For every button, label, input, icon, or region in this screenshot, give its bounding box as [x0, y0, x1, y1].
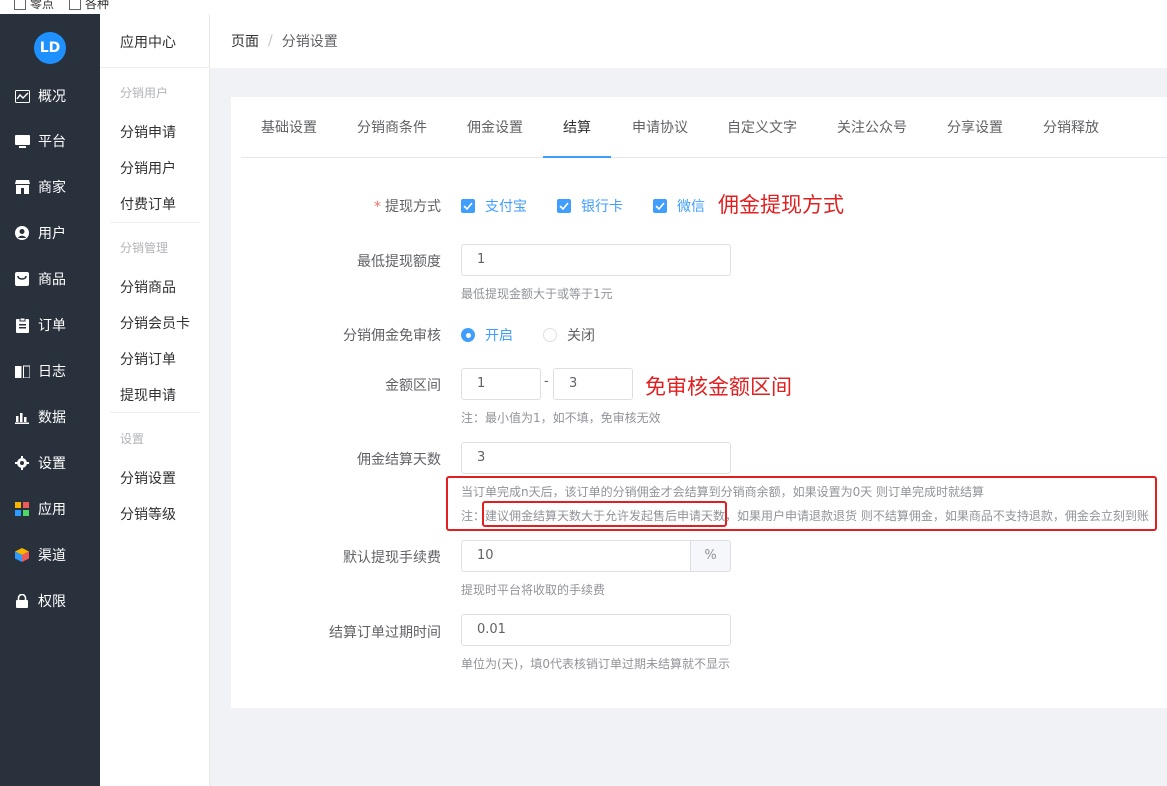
min-withdraw-label: 最低提现额度	[357, 254, 441, 270]
apps-icon	[14, 501, 30, 517]
tab-share[interactable]: 分享设置	[947, 97, 1003, 158]
tab-basic[interactable]: 基础设置	[261, 97, 317, 158]
store-icon	[14, 179, 30, 195]
fee-input[interactable]: 10	[461, 540, 691, 572]
monitor-icon	[14, 133, 30, 149]
divider	[110, 222, 200, 223]
annotation-withdraw-method: 佣金提现方式	[718, 193, 844, 217]
sidebar-item-settings[interactable]: 设置	[0, 443, 100, 483]
top-strip: 零点 各种	[0, 0, 1167, 14]
chart-icon	[14, 88, 30, 104]
sidebar-item-apps[interactable]: 应用	[0, 489, 100, 529]
tab-commission[interactable]: 佣金设置	[467, 97, 523, 158]
sidebar-item-overview[interactable]: 概况	[0, 76, 100, 116]
breadcrumb-root[interactable]: 页面	[231, 31, 259, 51]
subnav-item-users[interactable]: 分销用户	[120, 158, 176, 178]
radio-dot-icon	[543, 328, 557, 342]
settings-card: 基础设置 分销商条件 佣金设置 结算 申请协议 自定义文字 关注公众号 分享设置…	[231, 97, 1167, 708]
subnav-item-settings[interactable]: 分销设置	[120, 468, 176, 488]
sidebar-item-channel[interactable]: 渠道	[0, 535, 100, 575]
withdraw-alipay-checkbox[interactable]: 支付宝	[461, 196, 527, 216]
tab-distributor-conditions[interactable]: 分销商条件	[357, 97, 427, 158]
divider	[110, 412, 200, 413]
amount-range-hint: 注：最小值为1，如不填，免审核无效	[461, 411, 661, 425]
sidebar-item-permission[interactable]: 权限	[0, 581, 100, 621]
amount-range-max-input[interactable]: 3	[553, 368, 633, 400]
user-icon	[14, 225, 30, 241]
main-sidebar: LD 概况 平台 商家 用户 商品 订单 日志 数据 设置 应用 渠道 权限	[0, 14, 100, 786]
expire-label: 结算订单过期时间	[329, 625, 441, 641]
tab-release[interactable]: 分销释放	[1043, 97, 1099, 158]
log-icon	[14, 363, 30, 379]
annotation-amount-range: 免审核金额区间	[645, 375, 792, 399]
withdraw-method-label: * 提现方式	[374, 199, 441, 215]
order-icon	[14, 317, 30, 333]
subnav-item-goods[interactable]: 分销商品	[120, 277, 176, 297]
subnav-group-settings: 设置	[120, 432, 145, 446]
withdraw-bank-checkbox[interactable]: 银行卡	[557, 196, 623, 216]
subnav-group-users: 分销用户	[120, 86, 169, 100]
fee-hint: 提现时平台将收取的手续费	[461, 583, 606, 597]
audit-free-off-radio[interactable]: 关闭	[543, 325, 595, 345]
breadcrumb-separator: /	[268, 33, 273, 49]
tab-custom-text[interactable]: 自定义文字	[727, 97, 797, 158]
logo[interactable]: LD	[34, 32, 66, 64]
sidebar-item-platform[interactable]: 平台	[0, 121, 100, 161]
lock-icon	[14, 593, 30, 609]
sidebar-item-order[interactable]: 订单	[0, 305, 100, 345]
checkmark-icon	[557, 199, 571, 213]
amount-range-min-input[interactable]: 1	[461, 368, 541, 400]
tab-settlement[interactable]: 结算	[543, 97, 611, 158]
fee-label: 默认提现手续费	[343, 550, 441, 566]
cube-icon	[14, 547, 30, 563]
audit-free-label: 分销佣金免审核	[343, 328, 441, 344]
breadcrumb: 页面 / 分销设置	[210, 14, 1167, 68]
sidebar-item-user[interactable]: 用户	[0, 213, 100, 253]
sidebar-item-log[interactable]: 日志	[0, 351, 100, 391]
sidebar-item-goods[interactable]: 商品	[0, 259, 100, 299]
subnav-title: 应用中心	[100, 14, 210, 68]
expire-input[interactable]: 0.01	[461, 614, 731, 646]
gear-icon	[14, 455, 30, 471]
expire-hint: 单位为(天)，填0代表核销订单过期未结算就不显示	[461, 657, 730, 671]
checkbox-icon	[14, 0, 26, 10]
goods-icon	[14, 271, 30, 287]
settle-days-label: 佣金结算天数	[357, 452, 441, 468]
subnav-item-paid-orders[interactable]: 付费订单	[120, 194, 176, 214]
settle-days-input[interactable]: 3	[461, 442, 731, 474]
min-withdraw-hint: 最低提现金额大于或等于1元	[461, 287, 613, 301]
filter-checkbox-2[interactable]: 各种	[69, 0, 109, 12]
sidebar-item-data[interactable]: 数据	[0, 397, 100, 437]
tab-follow-account[interactable]: 关注公众号	[837, 97, 907, 158]
range-dash: -	[544, 374, 549, 389]
subnav-item-levels[interactable]: 分销等级	[120, 504, 176, 524]
checkmark-icon	[461, 199, 475, 213]
withdraw-wechat-checkbox[interactable]: 微信	[653, 196, 705, 216]
settings-tabs: 基础设置 分销商条件 佣金设置 结算 申请协议 自定义文字 关注公众号 分享设置…	[241, 97, 1167, 158]
radio-dot-icon	[461, 328, 475, 342]
filter-checkbox-1[interactable]: 零点	[14, 0, 54, 12]
tab-agreement[interactable]: 申请协议	[632, 97, 688, 158]
subnav-item-apply[interactable]: 分销申请	[120, 122, 176, 142]
annotation-inner-box	[482, 501, 727, 527]
subnav-item-orders[interactable]: 分销订单	[120, 349, 176, 369]
bar-chart-icon	[14, 409, 30, 425]
checkmark-icon	[653, 199, 667, 213]
amount-range-label: 金额区间	[385, 378, 441, 394]
subnav-group-manage: 分销管理	[120, 241, 169, 255]
sub-sidebar: 应用中心 分销用户 分销申请 分销用户 付费订单 分销管理 分销商品 分销会员卡…	[100, 14, 210, 786]
sidebar-item-merchant[interactable]: 商家	[0, 167, 100, 207]
min-withdraw-input[interactable]: 1	[461, 244, 731, 276]
percent-suffix: %	[691, 540, 731, 572]
breadcrumb-current: 分销设置	[281, 34, 338, 50]
checkbox-icon	[69, 0, 81, 10]
audit-free-on-radio[interactable]: 开启	[461, 325, 513, 345]
subnav-item-withdraw[interactable]: 提现申请	[120, 385, 176, 405]
subnav-item-member-card[interactable]: 分销会员卡	[120, 313, 190, 333]
